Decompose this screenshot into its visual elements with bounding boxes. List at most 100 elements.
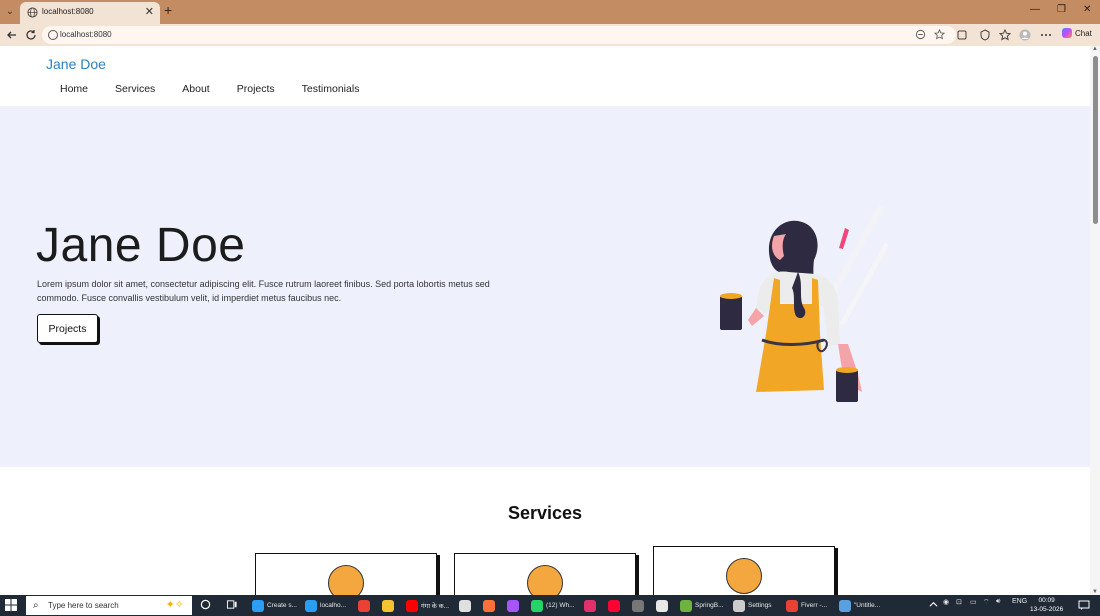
taskbar-app-button[interactable]: [608, 597, 620, 614]
browser-essentials-icon[interactable]: [979, 29, 991, 41]
taskbar-app-button[interactable]: [656, 597, 668, 614]
tab-actions-menu-icon[interactable]: ⌄: [2, 3, 18, 21]
service-card[interactable]: [653, 546, 835, 595]
favorites-icon[interactable]: [999, 29, 1011, 41]
volume-icon[interactable]: 🔊︎: [996, 598, 1000, 606]
app-label: localho...: [320, 602, 347, 609]
taskbar-app-button[interactable]: [584, 597, 596, 614]
taskbar-app-button[interactable]: "Untitle...: [839, 597, 880, 614]
minimize-window-button[interactable]: —: [1030, 4, 1040, 15]
app-icon: [680, 599, 692, 612]
app-icon: [382, 599, 394, 612]
extensions-icon[interactable]: [956, 29, 968, 41]
browser-tab-bar: ⌄ localhost:8080 ✕ + — ❐ ✕: [0, 0, 1100, 24]
browser-tab[interactable]: localhost:8080 ✕: [20, 2, 160, 24]
service-icon-circle: [527, 565, 563, 595]
taskbar-app-button[interactable]: (12) Wh...: [531, 597, 575, 614]
more-options-icon[interactable]: [1040, 29, 1052, 41]
cortana-icon[interactable]: [200, 599, 211, 610]
hero-title: Jane Doe: [36, 219, 246, 272]
scroll-up-icon[interactable]: ▲: [1092, 46, 1098, 52]
site-header: Jane Doe Home Services About Projects Te…: [0, 46, 1090, 106]
taskbar-app-button[interactable]: गंगा के क...: [406, 597, 449, 614]
app-icon: [406, 599, 418, 612]
app-icon: [584, 599, 596, 612]
app-label: Create s...: [267, 602, 297, 609]
service-icon-circle: [328, 565, 364, 595]
windows-taskbar: ⌕ Type here to search ✦✧ Create s... loca…: [0, 595, 1100, 616]
taskbar-app-button[interactable]: localho...: [305, 597, 346, 614]
page-viewport: Jane Doe Home Services About Projects Te…: [0, 46, 1100, 595]
app-icon: [358, 599, 370, 612]
service-icon-circle: [726, 558, 762, 594]
task-view-icon[interactable]: [226, 599, 238, 610]
reload-icon[interactable]: [25, 29, 37, 41]
notifications-icon[interactable]: [1078, 599, 1090, 611]
close-tab-icon[interactable]: ✕: [145, 5, 154, 18]
nav-link-about[interactable]: About: [182, 83, 209, 95]
taskbar-app-button[interactable]: SpringB...: [680, 597, 724, 614]
app-label: Fiverr -...: [801, 602, 827, 609]
taskbar-app-button[interactable]: Settings: [733, 597, 772, 614]
nav-link-testimonials[interactable]: Testimonials: [302, 83, 360, 95]
taskbar-app-button[interactable]: Create s...: [252, 597, 297, 614]
site-info-icon[interactable]: [48, 30, 58, 40]
app-icon: [632, 599, 644, 612]
barista-illustration: [720, 204, 890, 402]
taskbar-app-button[interactable]: [507, 597, 519, 614]
nav-link-services[interactable]: Services: [115, 83, 155, 95]
scrollbar-thumb[interactable]: [1093, 56, 1098, 224]
windows-start-icon[interactable]: [5, 599, 17, 611]
taskbar-app-button[interactable]: [632, 597, 644, 614]
favorite-star-icon[interactable]: [934, 29, 945, 40]
maximize-window-button[interactable]: ❐: [1057, 4, 1066, 15]
app-label: गंगा के क...: [421, 603, 450, 610]
network-icon[interactable]: ⊡: [956, 598, 962, 606]
app-icon: [531, 599, 543, 612]
tray-app-icon[interactable]: ◉: [943, 598, 949, 606]
app-icon: [656, 599, 668, 612]
services-title: Services: [507, 503, 583, 523]
page-scrollbar[interactable]: ▲ ▼: [1090, 46, 1100, 595]
battery-icon[interactable]: ▭: [970, 598, 977, 606]
wifi-icon[interactable]: ⌔: [983, 598, 990, 607]
taskbar-app-button[interactable]: [459, 597, 471, 614]
app-label: "Untitle...: [854, 602, 881, 609]
app-label: Settings: [748, 602, 772, 609]
service-card[interactable]: [454, 553, 636, 595]
browser-toolbar: localhost:8080 Chat: [0, 24, 1100, 46]
new-tab-button[interactable]: +: [164, 2, 172, 18]
taskbar-clock[interactable]: 00:09 13-05-2026: [1030, 596, 1063, 614]
taskbar-app-button[interactable]: [382, 597, 394, 614]
service-card[interactable]: [255, 553, 437, 595]
brand-logo-link[interactable]: Jane Doe: [46, 56, 106, 72]
app-icon: [459, 599, 471, 612]
language-indicator[interactable]: ENG: [1012, 598, 1027, 605]
taskbar-search-placeholder: Type here to search: [48, 601, 119, 610]
globe-icon: [27, 7, 38, 18]
taskbar-search-box[interactable]: ⌕ Type here to search ✦✧: [26, 596, 192, 615]
search-icon: ⌕: [33, 600, 39, 611]
show-hidden-icons-icon[interactable]: [929, 600, 938, 609]
nav-link-home[interactable]: Home: [60, 83, 88, 95]
app-icon: [252, 599, 264, 612]
app-icon: [483, 599, 495, 612]
app-icon: [839, 599, 851, 612]
profile-avatar-icon[interactable]: [1019, 29, 1031, 41]
app-icon: [507, 599, 519, 612]
tab-title: localhost:8080: [42, 7, 94, 16]
copilot-chat-button[interactable]: Chat: [1062, 28, 1092, 38]
app-icon: [733, 599, 745, 612]
zoom-icon[interactable]: [915, 29, 926, 40]
taskbar-app-button[interactable]: Fiverr -...: [786, 597, 827, 614]
nav-link-projects[interactable]: Projects: [237, 83, 275, 95]
address-bar[interactable]: localhost:8080: [42, 26, 956, 44]
hero-section: Jane Doe Lorem ipsum dolor sit amet, con…: [0, 106, 1090, 467]
taskbar-app-button[interactable]: [483, 597, 495, 614]
taskbar-app-button[interactable]: [358, 597, 370, 614]
close-window-button[interactable]: ✕: [1083, 4, 1091, 15]
back-arrow-icon[interactable]: [6, 29, 18, 41]
app-icon: [786, 599, 798, 612]
url-text: localhost:8080: [60, 30, 112, 39]
projects-button[interactable]: Projects: [37, 314, 98, 343]
